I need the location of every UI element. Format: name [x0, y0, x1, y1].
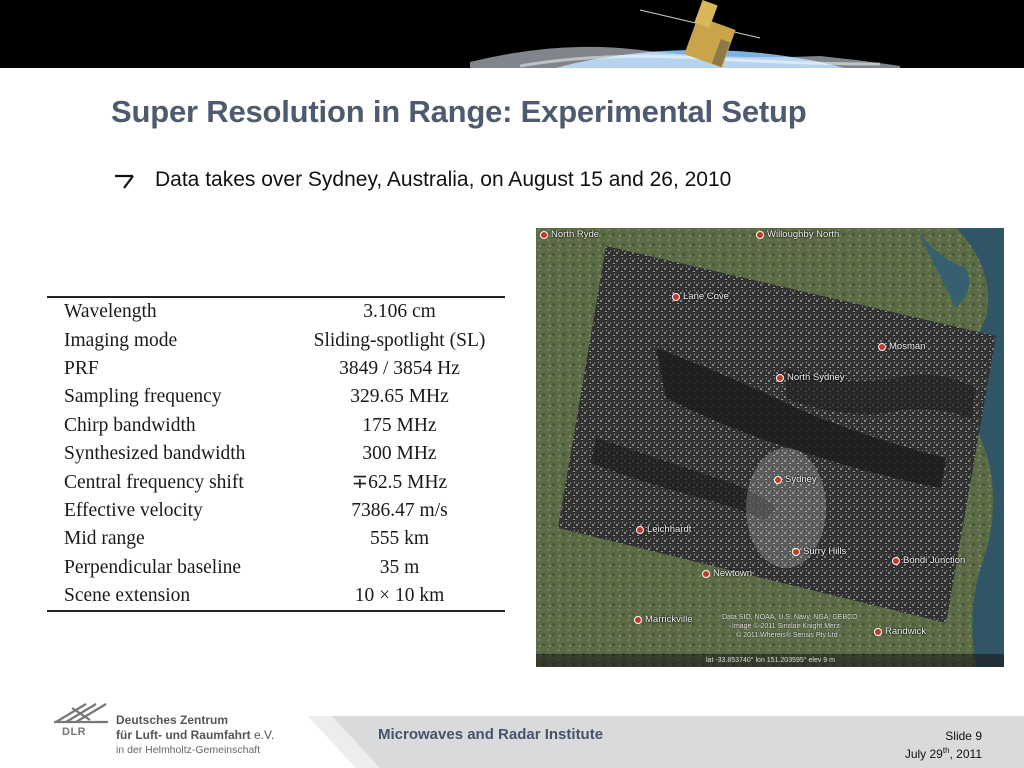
place-name: Bondi Junction — [903, 555, 966, 566]
map-label-north-ryde: North Ryde — [540, 229, 599, 240]
org-name-line2: für Luft- und Raumfahrt e.V. — [116, 728, 274, 742]
place-name: North Ryde — [551, 229, 600, 240]
place-name: Willoughby North — [767, 229, 840, 240]
table-row: PRF 3849 / 3854 Hz — [47, 355, 505, 383]
table-row: Perpendicular baseline 35 m — [47, 554, 505, 582]
place-marker-icon — [672, 292, 680, 301]
map-label-leichhardt: Leichhardt — [636, 524, 691, 535]
param-name: Sampling frequency — [64, 386, 222, 408]
institute-name: Microwaves and Radar Institute — [378, 726, 604, 743]
param-value: 555 km — [369, 528, 430, 550]
place-name: Lane Cove — [683, 291, 729, 302]
dlr-logo-text: DLR — [62, 726, 87, 738]
earth-satellite-image — [0, 0, 1024, 68]
place-marker-icon — [636, 525, 644, 534]
param-name: Perpendicular baseline — [64, 556, 242, 578]
param-name: Central frequency shift — [64, 471, 244, 493]
sar-map-image: North Ryde Willoughby North Lane Cove Mo… — [536, 228, 1004, 667]
place-marker-icon — [776, 373, 784, 382]
place-name: Newtown — [713, 568, 753, 579]
map-label-randwick: Randwick — [874, 626, 926, 637]
table-row: Central frequency shift ∓62.5 MHz — [47, 468, 505, 496]
param-value: 10 × 10 km — [354, 585, 445, 607]
date-text: July 29 — [904, 747, 943, 761]
place-name: Surry Hills — [803, 546, 847, 557]
parameters-table: Wavelength 3.106 cm Imaging mode Sliding-s… — [47, 296, 505, 613]
table-row: Chirp bandwidth 175 MHz — [47, 412, 505, 440]
param-name: Imaging mode — [64, 329, 178, 351]
map-graphic — [536, 228, 1004, 667]
map-label-lane-cove: Lane Cove — [672, 291, 729, 302]
bullet-item: Data takes over Sydney, Australia, on Au… — [113, 168, 731, 192]
param-value: Sliding-spotlight (SL) — [313, 329, 486, 351]
param-name: PRF — [64, 357, 99, 379]
place-name: Marrickville — [645, 614, 693, 625]
place-marker-icon — [878, 342, 886, 351]
param-name: Scene extension — [64, 585, 191, 607]
slide-date: July 29th, 2011 — [905, 746, 982, 761]
place-marker-icon — [892, 556, 900, 565]
place-marker-icon — [634, 615, 642, 624]
map-label-mosman: Mosman — [878, 341, 925, 352]
slide-number: Slide 9 — [945, 729, 982, 743]
param-value: 3849 / 3854 Hz — [339, 357, 460, 379]
param-value: 175 MHz — [362, 414, 437, 436]
place-marker-icon — [702, 569, 710, 578]
header-banner — [0, 0, 1024, 68]
param-name: Mid range — [64, 528, 145, 550]
param-name: Chirp bandwidth — [64, 414, 196, 436]
table-row: Wavelength 3.106 cm — [47, 297, 505, 326]
place-marker-icon — [540, 230, 548, 239]
place-name: Leichhardt — [647, 524, 692, 535]
table-row: Imaging mode Sliding-spotlight (SL) — [47, 326, 505, 354]
place-name: Randwick — [885, 626, 927, 637]
param-name: Wavelength — [64, 301, 157, 323]
date-suffix-sup: th — [942, 746, 950, 755]
org-name-text: für Luft- und Raumfahrt — [116, 728, 251, 742]
map-label-marrickville: Marrickville — [634, 614, 693, 625]
param-value: 35 m — [379, 556, 420, 578]
map-label-willoughby-north: Willoughby North — [756, 229, 839, 240]
table-row: Scene extension 10 × 10 km — [47, 582, 505, 611]
table-row: Effective velocity 7386.47 m/s — [47, 497, 505, 525]
param-name: Effective velocity — [64, 499, 203, 521]
map-attribution-line: Data SIO, NOAA, U.S. Navy, NGA, GEBCO — [722, 614, 858, 621]
table-row: Sampling frequency 329.65 MHz — [47, 383, 505, 411]
org-name-line3: in der Helmholtz-Gemeinschaft — [116, 744, 261, 756]
map-label-surry-hills: Surry Hills — [792, 546, 846, 557]
org-ev-text: e.V. — [254, 728, 275, 742]
date-year: , 2011 — [949, 747, 982, 761]
map-label-newtown: Newtown — [702, 568, 752, 579]
place-name: Sydney — [785, 474, 817, 485]
place-marker-icon — [774, 475, 782, 484]
map-attribution-line: © 2011 Whereis® Sensis Pty Ltd — [736, 632, 838, 639]
map-label-north-sydney: North Sydney — [776, 372, 845, 383]
param-value: 7386.47 m/s — [351, 499, 448, 521]
slide-title: Super Resolution in Range: Experimental … — [111, 94, 807, 129]
param-value: 3.106 cm — [363, 301, 436, 323]
map-coordinate-bar: lat -33.853740° lon 151.203595° elev 9 m — [536, 654, 1004, 667]
map-label-bondi-junction: Bondi Junction — [892, 555, 965, 566]
param-name: Synthesized bandwidth — [64, 443, 246, 465]
place-marker-icon — [756, 230, 764, 239]
map-attribution-line: Image © 2011 Sinclair Knight Merz — [732, 623, 840, 630]
table-row: Synthesized bandwidth 300 MHz — [47, 440, 505, 468]
place-name: Mosman — [889, 341, 926, 352]
bullet-text: Data takes over Sydney, Australia, on Au… — [155, 168, 732, 191]
map-label-sydney: Sydney — [774, 474, 817, 485]
arrow-bullet-icon — [115, 174, 134, 189]
table-row: Mid range 555 km — [47, 525, 505, 553]
place-marker-icon — [874, 627, 882, 636]
param-value: 300 MHz — [362, 443, 437, 465]
place-name: North Sydney — [787, 372, 845, 383]
param-value: 329.65 MHz — [350, 386, 449, 408]
param-value: ∓62.5 MHz — [351, 471, 448, 493]
place-marker-icon — [792, 547, 800, 556]
org-name-line1: Deutsches Zentrum — [116, 713, 229, 727]
